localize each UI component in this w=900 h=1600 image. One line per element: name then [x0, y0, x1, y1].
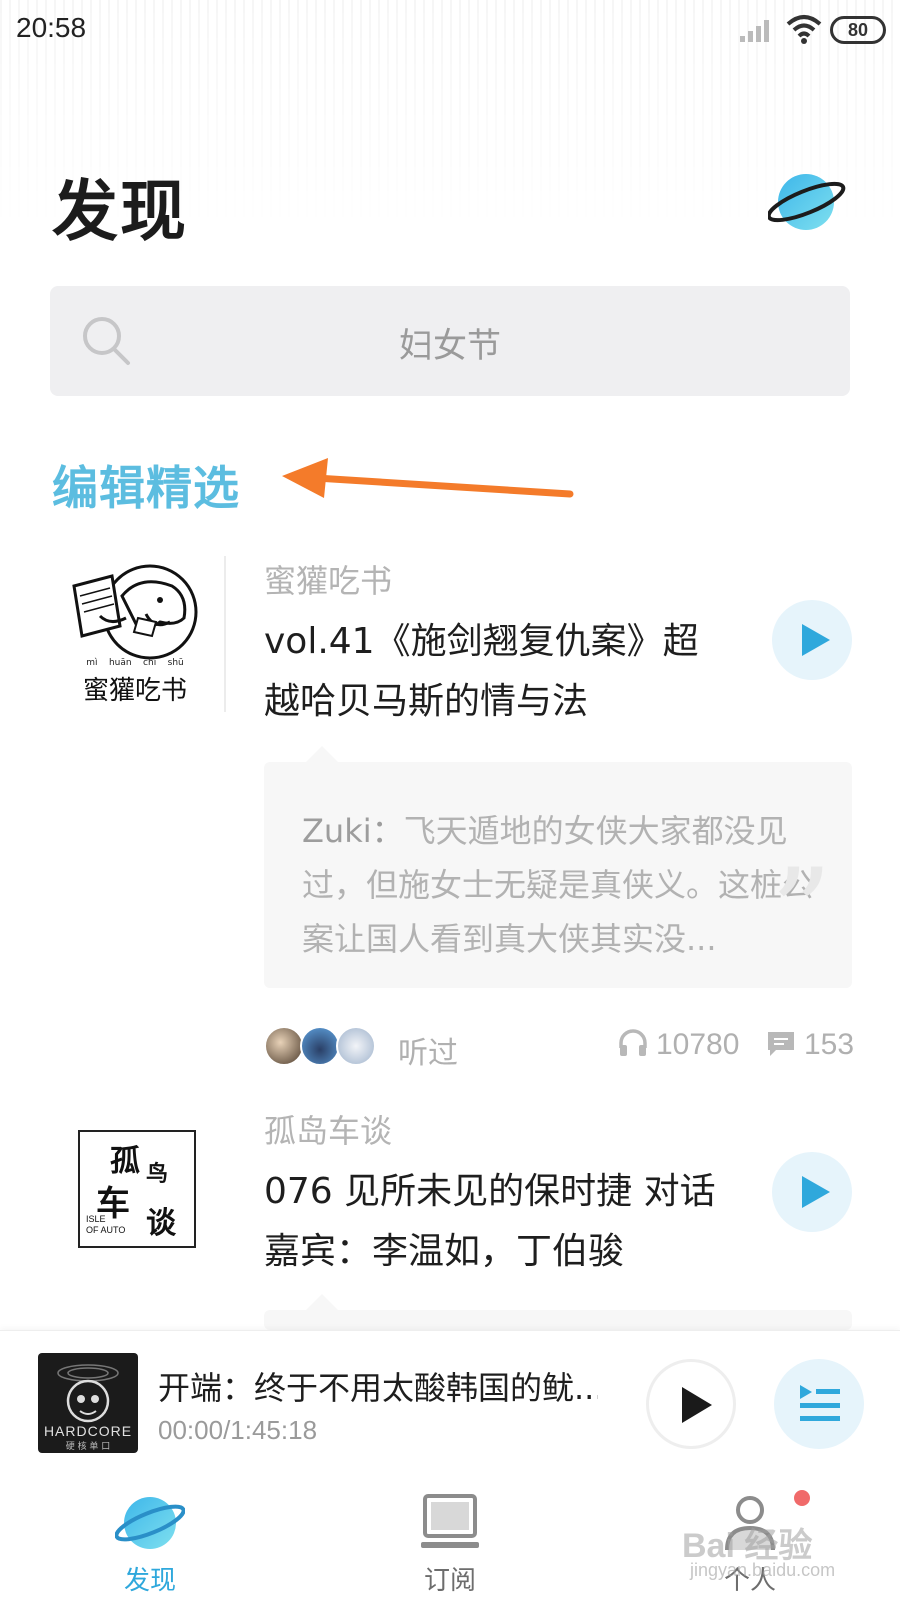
notification-dot [794, 1490, 810, 1506]
tab-subscribe[interactable]: 订阅 [300, 1460, 600, 1600]
search-placeholder: 妇女节 [399, 326, 501, 366]
now-playing-time: 00:00/1:45:18 [158, 1415, 318, 1445]
cover-english: ISLE OF AUTO [86, 1214, 125, 1236]
editor-comment[interactable]: Zuki：飞天遁地的女侠大家都没见过，但施女士无疑是真侠义。这桩公案让国人看到真… [264, 746, 852, 988]
battery-indicator: 80 [830, 16, 886, 44]
mini-player: HARDCORE 硬 核 单 口 开端：终于不用太酸韩国的鱿... 00:00/… [0, 1330, 900, 1460]
mini-play-button[interactable] [646, 1359, 736, 1449]
wifi-icon [786, 15, 822, 44]
planet-icon [115, 1497, 185, 1549]
avatar[interactable] [264, 1026, 304, 1066]
playlist-icon [800, 1385, 840, 1421]
now-playing-title[interactable]: 开端：终于不用太酸韩国的鱿... [158, 1363, 598, 1409]
page-title: 发现 [52, 173, 188, 250]
comment-count: 153 [804, 1028, 855, 1061]
search-bar[interactable]: 妇女节 [50, 286, 850, 396]
signal-icon [740, 20, 769, 42]
watermark-url: jingyan.baidu.com [690, 1560, 836, 1580]
channel-name[interactable]: 蜜獾吃书 [264, 556, 392, 602]
cover-en-line: OF AUTO [86, 1225, 126, 1235]
comment-user: Zuki： [302, 812, 404, 850]
status-time: 20:58 [16, 12, 87, 43]
pinyin-3: chī [143, 658, 157, 668]
comment-text: Zuki：飞天遁地的女侠大家都没见过，但施女士无疑是真侠义。这桩公案让国人看到真… [302, 804, 822, 966]
planet-button[interactable] [766, 166, 848, 236]
avatar[interactable] [336, 1026, 376, 1066]
section-title: 编辑精选 [52, 461, 240, 515]
play-icon [802, 1176, 830, 1208]
podcast-cover[interactable]: 孤 鸟 车 谈 ISLE OF AUTO [78, 1130, 196, 1248]
headphones-icon [619, 1029, 647, 1056]
play-icon [682, 1387, 712, 1423]
podcast-cover[interactable]: mì huān chī shū 蜜獾吃书 [60, 556, 210, 706]
status-bar: 20:58 80 [0, 0, 900, 62]
pinyin-2: huān [108, 658, 132, 668]
planet-icon [766, 174, 846, 230]
comment-notch [306, 1294, 338, 1310]
tab-discover[interactable]: 发现 [0, 1460, 300, 1600]
play-icon [802, 624, 830, 656]
tv-icon [421, 1494, 479, 1548]
tab-label: 发现 [123, 1566, 176, 1596]
cover-char: 鸟 [146, 1162, 169, 1187]
episode-title[interactable]: vol.41《施剑翘复仇案》超越哈贝马斯的情与法 [264, 612, 734, 732]
cover-en-line: ISLE [86, 1214, 106, 1224]
listen-count: 10780 [656, 1028, 740, 1061]
episode-title[interactable]: 076 见所未见的保时捷 对话嘉宾：李温如，丁伯骏 [264, 1162, 734, 1282]
quote-icon: ” [770, 844, 832, 983]
pinyin-1: mì [86, 658, 98, 668]
comment-notch [306, 746, 338, 762]
play-button[interactable] [772, 1152, 852, 1232]
editor-comment[interactable] [264, 1294, 852, 1330]
comment-icon [768, 1032, 794, 1056]
now-playing-cover[interactable]: HARDCORE 硬 核 单 口 [38, 1353, 138, 1453]
episode-meta: 听过 10780 153 [264, 1024, 855, 1071]
cover-title: 蜜獾吃书 [82, 676, 187, 706]
cover-divider [224, 556, 226, 712]
cover-subtext: 硬 核 单 口 [65, 1442, 111, 1452]
listened-label: 听过 [398, 1036, 458, 1071]
cover-char: 谈 [146, 1206, 176, 1241]
channel-name[interactable]: 孤岛车谈 [264, 1106, 392, 1152]
cover-brand: HARDCORE [43, 1423, 133, 1439]
avatar[interactable] [300, 1026, 340, 1066]
tab-label: 订阅 [423, 1566, 476, 1596]
cover-char: 孤 [110, 1144, 140, 1179]
pinyin-4: shū [167, 658, 184, 668]
annotation-arrow [282, 458, 574, 498]
cover-pinyin: mì huān chī shū [60, 658, 210, 668]
playlist-button[interactable] [774, 1359, 864, 1449]
play-button[interactable] [772, 600, 852, 680]
